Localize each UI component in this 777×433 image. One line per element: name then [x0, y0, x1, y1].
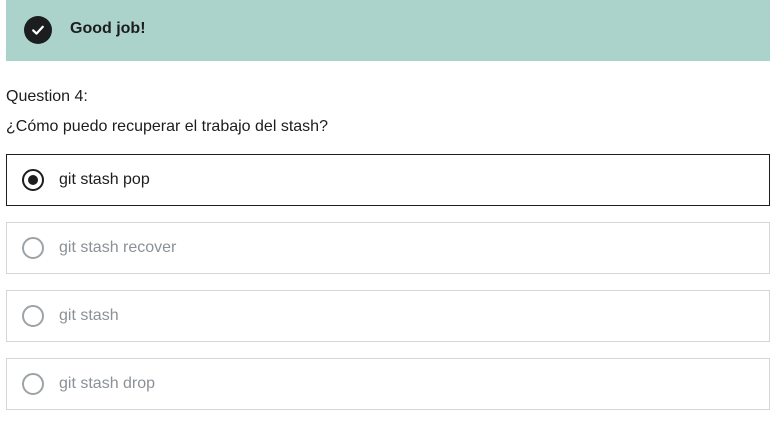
radio-dot-icon: [28, 175, 38, 185]
answer-option-1[interactable]: git stash pop: [6, 154, 770, 206]
feedback-title: Good job!: [70, 20, 146, 37]
radio-button[interactable]: [22, 237, 44, 259]
question-text: ¿Cómo puedo recuperar el trabajo del sta…: [6, 118, 328, 135]
radio-button[interactable]: [22, 305, 44, 327]
quiz-page: Good job! Question 4: ¿Cómo puedo recupe…: [0, 0, 777, 433]
answer-option-2[interactable]: git stash recover: [6, 222, 770, 274]
answer-option-label: git stash recover: [59, 239, 177, 256]
radio-button[interactable]: [22, 373, 44, 395]
feedback-banner: Good job!: [6, 0, 770, 61]
answer-option-label: git stash: [59, 307, 119, 324]
check-circle-icon: [24, 16, 52, 44]
answer-option-label: git stash pop: [59, 171, 150, 188]
answer-option-label: git stash drop: [59, 375, 156, 392]
radio-button-selected[interactable]: [22, 169, 44, 191]
answer-option-4[interactable]: git stash drop: [6, 358, 770, 410]
question-number: Question 4:: [6, 88, 88, 105]
answer-option-3[interactable]: git stash: [6, 290, 770, 342]
